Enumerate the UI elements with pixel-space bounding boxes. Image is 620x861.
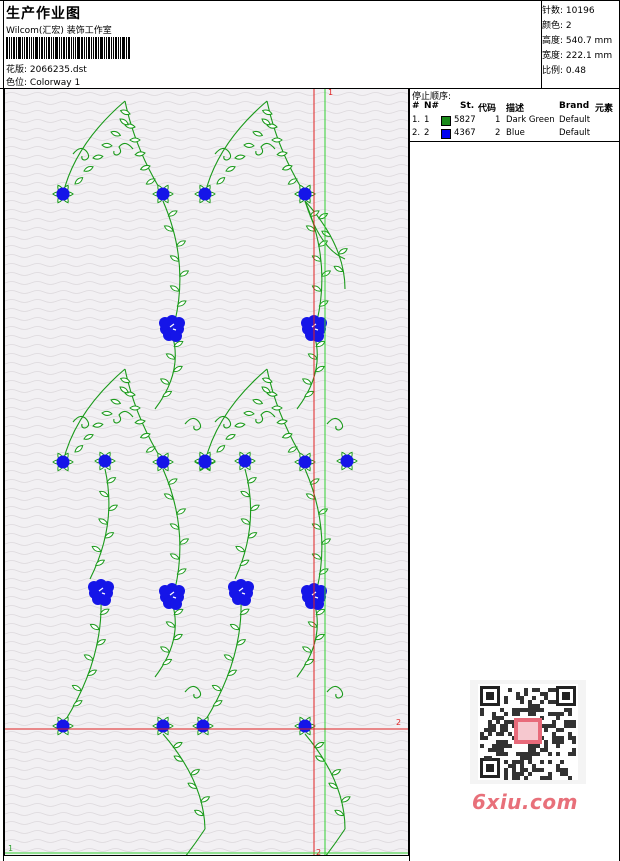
large-flower-petal (159, 317, 171, 329)
guide-marker-2-bottom: 2 (316, 848, 322, 857)
leaf-motif (129, 405, 141, 411)
design-name-line: 花版: 2066235.dst (6, 62, 87, 75)
small-flower (98, 454, 112, 468)
watermark-logo: 6xiu.com (472, 790, 578, 814)
large-flower-petal (239, 594, 251, 606)
page-top-rule (0, 0, 620, 1)
small-flower (156, 455, 170, 469)
leaf-motif (271, 137, 283, 143)
design-label: 花版: (6, 65, 28, 75)
large-flower-petal (170, 330, 182, 342)
color-swatch (441, 116, 451, 126)
large-flower-petal (102, 581, 114, 593)
table-row: 2. 2 4367 2 Blue Default (412, 128, 591, 139)
small-flower (340, 454, 354, 468)
large-flower-petal (159, 585, 171, 597)
small-flower (298, 187, 312, 201)
large-flower-petal (228, 581, 240, 593)
colorway-value: Colorway 1 (29, 78, 81, 88)
col-desc: 描述 (506, 104, 525, 114)
guide-marker-1-bottom: 1 (8, 844, 14, 853)
large-flower-petal (170, 598, 182, 610)
leaf-motif (129, 137, 141, 143)
spec-width: 宽度: 222.1 mm (542, 51, 613, 61)
color-swatch (441, 129, 451, 139)
colorway-label: 色位: (6, 78, 28, 88)
spec-list: 针数: 10196 颜色: 2 高度: 540.7 mm 宽度: 222.1 m… (542, 4, 612, 79)
small-flower (56, 455, 70, 469)
col-num: # (412, 101, 420, 111)
small-flower (196, 719, 210, 733)
col-code: 代码 (478, 104, 497, 114)
company-name: Wilcom(汇宏) 装饰工作室 (6, 26, 112, 36)
design-value: 2066235.dst (29, 65, 87, 75)
small-flower (56, 187, 70, 201)
small-flower (156, 719, 170, 733)
spec-stitches: 针数: 10196 (542, 6, 595, 16)
col-n: N# (424, 101, 440, 111)
small-flower (298, 719, 312, 733)
design-preview (4, 88, 409, 856)
guide-marker-2-right: 2 (396, 718, 402, 727)
small-flower (298, 455, 312, 469)
col-elem: 元素 (595, 104, 614, 114)
table-row: 1. 1 5827 1 Dark Green Default (412, 115, 591, 126)
leaf-motif (271, 405, 283, 411)
table-divider (410, 141, 620, 142)
colorway-line: 色位: Colorway 1 (6, 75, 80, 88)
large-flower-petal (242, 581, 254, 593)
small-flower (238, 454, 252, 468)
small-flower (198, 454, 212, 468)
large-flower-petal (88, 581, 100, 593)
large-flower-petal (173, 317, 185, 329)
large-flower-petal (99, 594, 111, 606)
large-flower-petal (301, 317, 313, 329)
small-flower (198, 187, 212, 201)
large-flower-petal (301, 585, 313, 597)
qr-code-icon (470, 680, 586, 784)
guide-marker-1-top: 1 (328, 88, 334, 97)
small-flower (156, 187, 170, 201)
col-st: St. (460, 101, 475, 111)
spec-height: 高度: 540.7 mm (542, 36, 613, 46)
spec-colors: 颜色: 2 (542, 21, 572, 31)
page-title: 生产作业图 (6, 6, 81, 22)
small-flower (56, 719, 70, 733)
spec-scale: 比例: 0.48 (542, 66, 586, 76)
stop-table-header: # N# St. 代码 描述 Brand 元素 (410, 101, 620, 115)
col-brand: Brand (559, 101, 590, 111)
barcode-icon (6, 37, 138, 59)
embroidery-pattern (5, 89, 408, 855)
large-flower-petal (173, 585, 185, 597)
